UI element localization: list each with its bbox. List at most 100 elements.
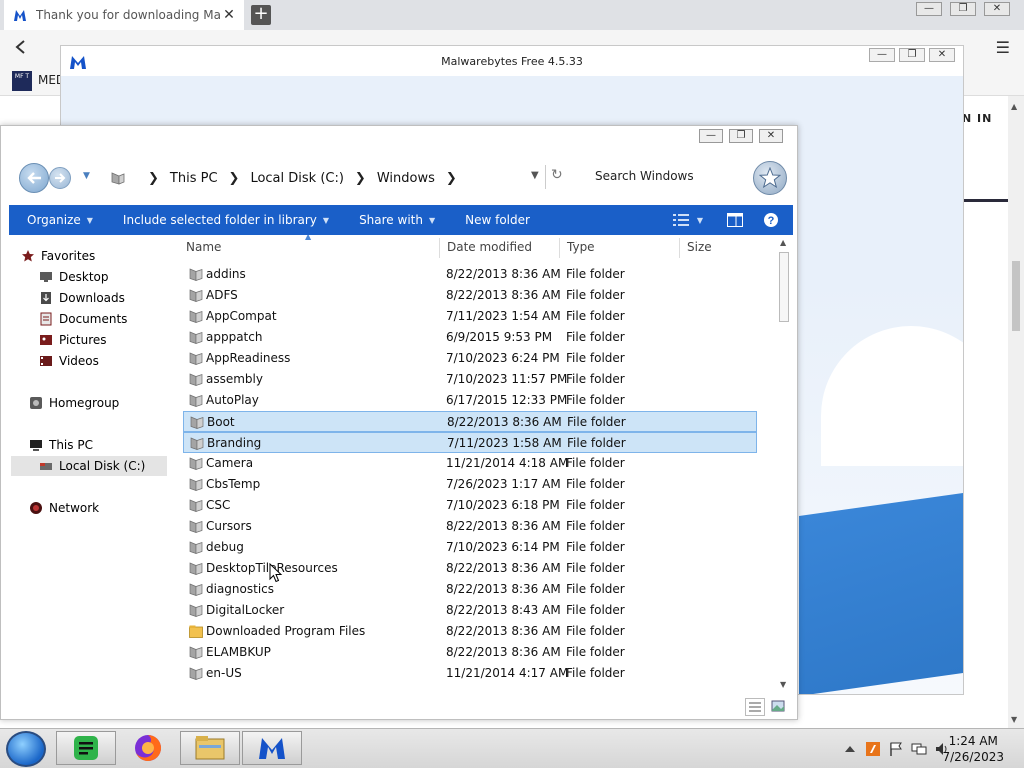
taskbar-app-file-explorer[interactable] <box>180 731 240 765</box>
malwarebytes-maximize-button[interactable]: ❐ <box>899 48 925 62</box>
view-chevron-down-icon[interactable]: ▼ <box>697 216 703 225</box>
explorer-close-button[interactable]: ✕ <box>759 129 783 143</box>
table-row[interactable]: AutoPlay 6/17/2015 12:33 PM File folder <box>183 390 757 411</box>
refresh-icon[interactable]: ↻ <box>551 167 563 183</box>
browser-tab[interactable]: Thank you for downloading Malwarebytes ✕ <box>4 0 244 30</box>
column-divider[interactable] <box>679 238 680 258</box>
scroll-up-arrow-icon[interactable]: ▲ <box>1011 102 1017 111</box>
tree-item-homegroup[interactable]: Homegroup <box>29 393 119 413</box>
address-dropdown-chevron-icon[interactable]: ▼ <box>531 170 539 181</box>
tree-item-videos[interactable]: Videos <box>39 351 99 371</box>
taskbar-app-firefox[interactable] <box>118 731 178 765</box>
forward-button[interactable] <box>49 167 71 189</box>
table-row[interactable]: Downloaded Program Files 8/22/2013 8:36 A… <box>183 621 757 642</box>
table-row[interactable]: ADFS 8/22/2013 8:36 AM File folder <box>183 285 757 306</box>
malwarebytes-close-button[interactable]: ✕ <box>929 48 955 62</box>
malwarebytes-minimize-button[interactable]: — <box>869 48 895 62</box>
file-date-modified: 11/21/2014 4:18 AM <box>446 456 569 470</box>
file-type: File folder <box>566 456 625 470</box>
back-arrow-icon[interactable] <box>14 40 28 54</box>
favorites-star-button[interactable] <box>753 161 787 195</box>
table-row[interactable]: DigitalLocker 8/22/2013 8:43 AM File folde… <box>183 600 757 621</box>
explorer-window: — ❐ ✕ ▼ ❯ This PC ❯ Local Disk (C:) ❯ Wi… <box>0 125 798 720</box>
breadcrumb-local-disk[interactable]: Local Disk (C:) <box>250 171 343 186</box>
taskbar-app-notes[interactable] <box>56 731 116 765</box>
column-header-type[interactable]: Type <box>567 240 595 254</box>
browser-scrollbar[interactable]: ▲ ▼ <box>1008 96 1024 728</box>
tree-item-downloads[interactable]: Downloads <box>39 288 125 308</box>
large-icons-view-button[interactable] <box>769 698 789 716</box>
preview-pane-icon[interactable] <box>727 213 743 227</box>
taskbar: 1:24 AM 7/26/2023 <box>0 728 1024 768</box>
tree-item-pictures[interactable]: Pictures <box>39 330 107 350</box>
tree-item-documents[interactable]: Documents <box>39 309 127 329</box>
table-row[interactable]: assembly 7/10/2023 11:57 PM File folder <box>183 369 757 390</box>
file-name: CbsTemp <box>206 477 261 491</box>
explorer-maximize-button[interactable]: ❐ <box>729 129 753 143</box>
table-row[interactable]: AppCompat 7/11/2023 1:54 AM File folder <box>183 306 757 327</box>
table-row[interactable]: CSC 7/10/2023 6:18 PM File folder <box>183 495 757 516</box>
new-folder-label: New folder <box>465 213 530 227</box>
organize-button[interactable]: Organize ▼ <box>27 213 93 227</box>
breadcrumb-chevron-icon[interactable]: ❯ <box>148 171 159 186</box>
file-name: AppReadiness <box>206 351 291 365</box>
tree-item-this-pc[interactable]: This PC <box>29 435 93 455</box>
column-header-date[interactable]: Date modified <box>447 240 532 254</box>
browser-close-button[interactable]: ✕ <box>984 2 1010 16</box>
table-row[interactable]: ELAMBKUP 8/22/2013 8:36 AM File folder <box>183 642 757 663</box>
table-row[interactable]: apppatch 6/9/2015 9:53 PM File folder <box>183 327 757 348</box>
details-view-button[interactable] <box>745 698 765 716</box>
new-folder-button[interactable]: New folder <box>465 213 530 227</box>
column-divider[interactable] <box>439 238 440 258</box>
tree-item-network[interactable]: Network <box>29 498 99 518</box>
help-icon[interactable]: ? <box>763 212 779 228</box>
column-header-size[interactable]: Size <box>687 240 712 254</box>
browser-minimize-button[interactable]: — <box>916 2 942 16</box>
include-in-library-button[interactable]: Include selected folder in library ▼ <box>123 213 329 227</box>
breadcrumb-this-pc[interactable]: This PC <box>170 171 218 186</box>
table-row[interactable]: Camera 11/21/2014 4:18 AM File folder <box>183 453 757 474</box>
table-row[interactable]: AppReadiness 7/10/2023 6:24 PM File folder <box>183 348 757 369</box>
table-row[interactable]: Cursors 8/22/2013 8:36 AM File folder <box>183 516 757 537</box>
system-clock[interactable]: 1:24 AM 7/26/2023 <box>942 733 1004 765</box>
breadcrumb-chevron-icon[interactable]: ❯ <box>446 171 457 186</box>
table-row[interactable]: debug 7/10/2023 6:14 PM File folder <box>183 537 757 558</box>
taskbar-app-malwarebytes[interactable] <box>242 731 302 765</box>
file-list-scrollbar[interactable]: ▲ ▼ <box>777 238 791 689</box>
tree-item-local-disk[interactable]: Local Disk (C:) <box>11 456 167 476</box>
explorer-minimize-button[interactable]: — <box>699 129 723 143</box>
breadcrumb-windows[interactable]: Windows <box>377 171 435 186</box>
start-button[interactable] <box>6 731 46 767</box>
table-row[interactable]: CbsTemp 7/26/2023 1:17 AM File folder <box>183 474 757 495</box>
column-header-name[interactable]: Name <box>186 240 221 254</box>
update-tray-icon[interactable] <box>865 741 881 757</box>
tab-close-icon[interactable]: ✕ <box>222 7 236 23</box>
new-tab-button[interactable]: + <box>251 5 271 25</box>
scrollbar-thumb[interactable] <box>779 252 789 322</box>
back-button[interactable] <box>19 163 49 193</box>
browser-menu-icon[interactable]: ☰ <box>996 38 1010 57</box>
scroll-up-arrow-icon[interactable]: ▲ <box>780 238 786 247</box>
table-row[interactable]: en-US 11/21/2014 4:17 AM File folder <box>183 663 757 684</box>
network-tray-icon[interactable] <box>911 741 927 757</box>
view-options-icon[interactable] <box>672 214 689 226</box>
browser-maximize-button[interactable]: ❐ <box>950 2 976 16</box>
scroll-down-arrow-icon[interactable]: ▼ <box>1011 715 1017 724</box>
show-hidden-icons-chevron-icon[interactable] <box>842 741 858 757</box>
tree-item-favorites[interactable]: Favorites <box>21 246 95 266</box>
table-row[interactable]: addins 8/22/2013 8:36 AM File folder <box>183 264 757 285</box>
breadcrumb-chevron-icon[interactable]: ❯ <box>355 171 366 186</box>
flag-icon[interactable] <box>888 741 904 757</box>
table-row[interactable]: Boot 8/22/2013 8:36 AM File folder <box>183 411 757 432</box>
tree-item-desktop[interactable]: Desktop <box>39 267 109 287</box>
recent-locations-chevron-icon[interactable]: ▼ <box>83 171 90 181</box>
scroll-down-arrow-icon[interactable]: ▼ <box>780 680 786 689</box>
chevron-down-icon: ▼ <box>322 215 330 225</box>
file-name: ELAMBKUP <box>206 645 271 659</box>
column-divider[interactable] <box>559 238 560 258</box>
search-input[interactable]: Search Windows <box>595 169 755 183</box>
share-with-button[interactable]: Share with ▼ <box>359 213 435 227</box>
scrollbar-thumb[interactable] <box>1012 261 1020 331</box>
table-row[interactable]: Branding 7/11/2023 1:58 AM File folder <box>183 432 757 453</box>
breadcrumb-chevron-icon[interactable]: ❯ <box>229 171 240 186</box>
